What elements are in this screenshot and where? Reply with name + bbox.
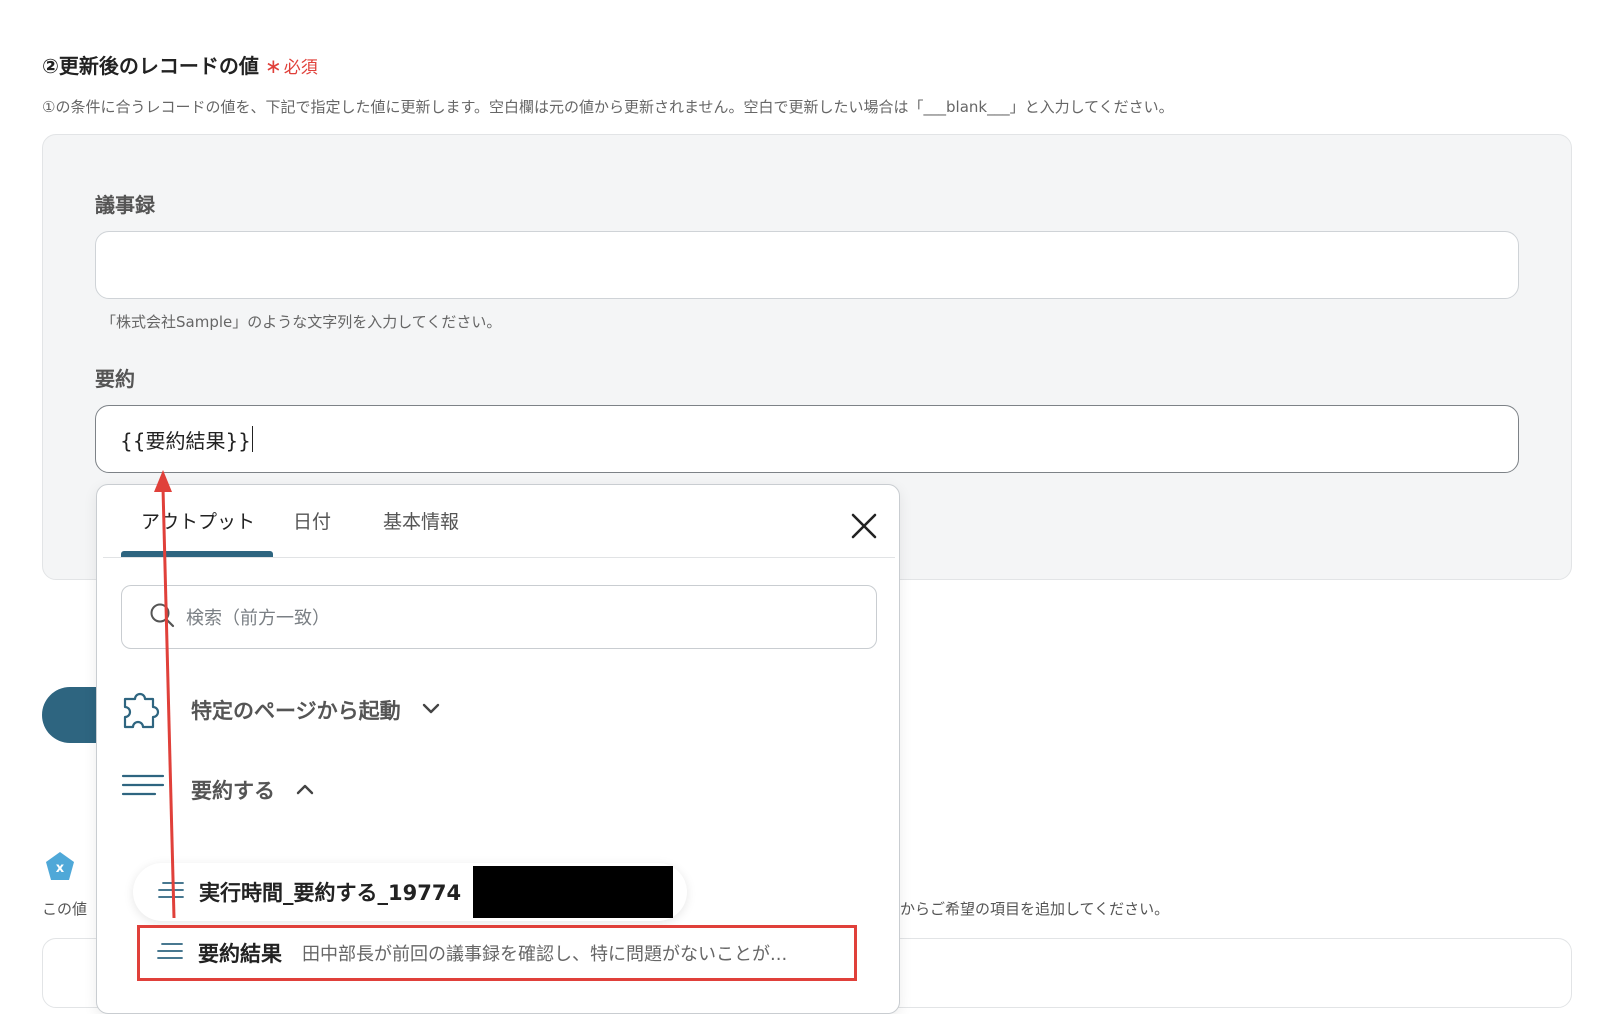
summary-input[interactable]: {{要約結果}} bbox=[95, 405, 1519, 473]
tab-active-indicator bbox=[121, 551, 273, 557]
required-label: 必須 bbox=[283, 58, 318, 78]
group-summarize[interactable]: 要約する bbox=[119, 771, 315, 809]
below-text-left: この値 bbox=[42, 900, 88, 918]
chevron-up-icon bbox=[295, 781, 315, 800]
minutes-input[interactable] bbox=[95, 231, 1519, 299]
picker-tabs: アウトプット 日付 基本情報 bbox=[103, 485, 895, 558]
close-icon[interactable] bbox=[847, 509, 881, 543]
section-header: ②更新後のレコードの値 ∗ 必須 bbox=[42, 50, 318, 79]
required-badge: ∗ 必須 bbox=[265, 53, 318, 78]
search-input[interactable]: 検索（前方一致） bbox=[121, 585, 877, 649]
svg-text:x: x bbox=[56, 861, 65, 876]
summary-field-label: 要約 bbox=[95, 367, 135, 391]
chevron-down-icon bbox=[421, 701, 441, 720]
tab-basic-info[interactable]: 基本情報 bbox=[383, 507, 459, 534]
output-item-summary-result[interactable]: 要約結果 田中部長が前回の議事録を確認し、特に問題がないことが... bbox=[137, 925, 857, 981]
search-icon bbox=[148, 601, 176, 633]
section-description: ①の条件に合うレコードの値を、下記で指定した値に更新します。空白欄は元の値から更… bbox=[42, 98, 1174, 116]
search-placeholder: 検索（前方一致） bbox=[186, 608, 330, 629]
output-item-exec-time[interactable]: 実行時間_要約する_19774 bbox=[133, 863, 687, 921]
required-star-icon: ∗ bbox=[264, 54, 282, 78]
summary-input-value: {{要約結果}} bbox=[120, 428, 251, 453]
output-item-name: 実行時間_要約する_19774 bbox=[199, 881, 462, 905]
group-trigger-page[interactable]: 特定のページから起動 bbox=[119, 685, 441, 735]
group-label-trigger-page: 特定のページから起動 bbox=[191, 699, 401, 723]
text-caret bbox=[251, 426, 253, 452]
below-text-right: からご希望の項目を追加してください。 bbox=[900, 900, 1170, 918]
group-label-summarize: 要約する bbox=[191, 779, 275, 803]
output-picker-dropdown: アウトプット 日付 基本情報 検索（前方一致） 特定のページから起動 要約する … bbox=[96, 484, 900, 1014]
tab-date[interactable]: 日付 bbox=[293, 507, 331, 534]
section-title: ②更新後のレコードの値 bbox=[42, 54, 259, 78]
lines-icon bbox=[119, 771, 167, 809]
output-item-name: 要約結果 bbox=[198, 942, 282, 966]
output-item-preview: 田中部長が前回の議事録を確認し、特に問題がないことが... bbox=[302, 944, 788, 965]
text-lines-icon bbox=[156, 940, 184, 966]
minutes-field-label: 議事録 bbox=[95, 193, 155, 217]
minutes-hint: 「株式会社Sample」のような文字列を入力してください。 bbox=[101, 313, 502, 331]
tab-output[interactable]: アウトプット bbox=[141, 507, 255, 534]
puzzle-icon bbox=[119, 685, 167, 735]
text-lines-icon bbox=[157, 879, 185, 905]
redacted-value bbox=[473, 866, 674, 918]
variable-badge-icon: x bbox=[44, 851, 76, 883]
